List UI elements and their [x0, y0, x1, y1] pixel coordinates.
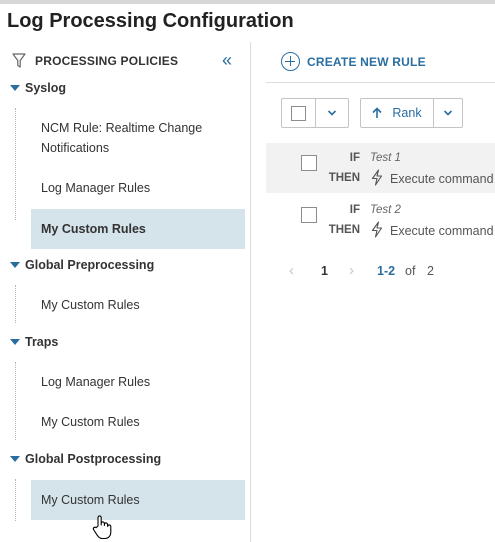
sidebar-item-log-manager-rules[interactable]: Log Manager Rules: [31, 178, 245, 198]
chevron-down-icon[interactable]: [443, 108, 453, 118]
if-keyword: IF: [349, 204, 360, 216]
group-global-postprocessing[interactable]: Global Postprocessing: [0, 451, 250, 471]
filter-icon[interactable]: [12, 53, 26, 69]
sidebar-header: PROCESSING POLICIES «: [0, 51, 250, 72]
tree-line: [15, 108, 16, 220]
rule-action: Execute command: [390, 172, 494, 186]
chevron-down-icon[interactable]: [327, 108, 337, 118]
then-keyword: THEN: [328, 172, 360, 184]
rule-row[interactable]: IF Test 2 THEN Execute command: [266, 195, 495, 245]
expand-triangle-icon[interactable]: [10, 85, 20, 91]
sidebar-item-label: Log Manager Rules: [41, 375, 151, 389]
sidebar-item-my-custom-rules-hover[interactable]: My Custom Rules: [31, 480, 245, 520]
group-label: Traps: [25, 335, 59, 349]
group-global-preprocessing[interactable]: Global Preprocessing: [0, 257, 250, 277]
collapse-sidebar-icon[interactable]: «: [222, 51, 232, 69]
rules-panel: CREATE NEW RULE Rank IF Test 1 THEN Exec…: [251, 42, 495, 542]
lightning-icon: [371, 221, 383, 238]
select-options-toggle[interactable]: [315, 99, 348, 127]
sidebar-item-my-custom-rules[interactable]: My Custom Rules: [31, 412, 245, 432]
arrow-up-icon: [372, 107, 382, 118]
create-new-rule-label[interactable]: CREATE NEW RULE: [307, 55, 426, 69]
plus-circle-icon[interactable]: [281, 52, 300, 71]
total-count: 2: [427, 264, 434, 278]
select-all-checkbox[interactable]: [291, 105, 306, 121]
group-traps[interactable]: Traps: [0, 334, 250, 354]
current-page[interactable]: 1: [321, 264, 328, 278]
sidebar-item-label: My Custom Rules: [41, 493, 140, 507]
sidebar-item-my-custom-rules[interactable]: My Custom Rules: [31, 295, 245, 315]
rule-checkbox[interactable]: [301, 155, 317, 171]
select-all-checkbox-seg[interactable]: [282, 99, 315, 127]
group-label: Global Postprocessing: [25, 452, 162, 466]
sidebar-item-label: Log Manager Rules: [41, 181, 151, 195]
sidebar-item-label: My Custom Rules: [41, 298, 140, 312]
group-label: Syslog: [25, 81, 66, 95]
rank-sort-button[interactable]: Rank: [361, 99, 433, 127]
tree-line: [15, 285, 16, 323]
sidebar-item-ncm-rule[interactable]: NCM Rule: Realtime Change: [31, 118, 245, 138]
toolbar-divider: [266, 82, 495, 83]
select-all-dropdown[interactable]: [281, 98, 349, 128]
chevron-left-icon[interactable]: ‹: [289, 262, 294, 279]
sidebar-header-label: PROCESSING POLICIES: [35, 54, 179, 68]
top-border: [0, 0, 495, 4]
lightning-icon: [371, 169, 383, 186]
page-range: 1-2: [377, 264, 396, 278]
sidebar-item-label: NCM Rule: Realtime Change: [41, 121, 203, 135]
of-label: of: [405, 264, 416, 278]
group-syslog[interactable]: Syslog: [0, 80, 250, 100]
hand-cursor-icon: [92, 515, 112, 540]
tree-line: [15, 479, 16, 521]
sidebar-item-label: My Custom Rules: [41, 222, 146, 236]
sidebar-item-log-manager-rules[interactable]: Log Manager Rules: [31, 372, 245, 392]
rank-sort-dropdown[interactable]: Rank: [360, 98, 463, 128]
chevron-right-icon[interactable]: ›: [349, 262, 354, 279]
pagination: ‹ 1 › 1-2 of 2: [289, 262, 489, 282]
sidebar-item-my-custom-rules-selected[interactable]: My Custom Rules: [31, 209, 245, 249]
then-keyword: THEN: [328, 224, 360, 236]
expand-triangle-icon[interactable]: [10, 262, 20, 268]
rank-label: Rank: [392, 106, 422, 120]
rule-row[interactable]: IF Test 1 THEN Execute command: [266, 143, 495, 193]
rule-checkbox[interactable]: [301, 207, 317, 223]
sidebar: PROCESSING POLICIES « Syslog NCM Rule: R…: [0, 42, 250, 542]
rule-action: Execute command: [390, 224, 494, 238]
rank-options-toggle[interactable]: [433, 99, 462, 127]
rule-name[interactable]: Test 2: [370, 204, 401, 216]
page-title: Log Processing Configuration: [7, 10, 294, 32]
group-label: Global Preprocessing: [25, 258, 155, 272]
expand-triangle-icon[interactable]: [10, 456, 20, 462]
rule-name[interactable]: Test 1: [370, 152, 401, 164]
if-keyword: IF: [349, 152, 360, 164]
tree-line: [15, 362, 16, 440]
sidebar-item-label: Notifications: [41, 141, 110, 155]
expand-triangle-icon[interactable]: [10, 339, 20, 345]
sidebar-item-ncm-rule-cont[interactable]: Notifications: [31, 138, 245, 158]
sidebar-item-label: My Custom Rules: [41, 415, 140, 429]
